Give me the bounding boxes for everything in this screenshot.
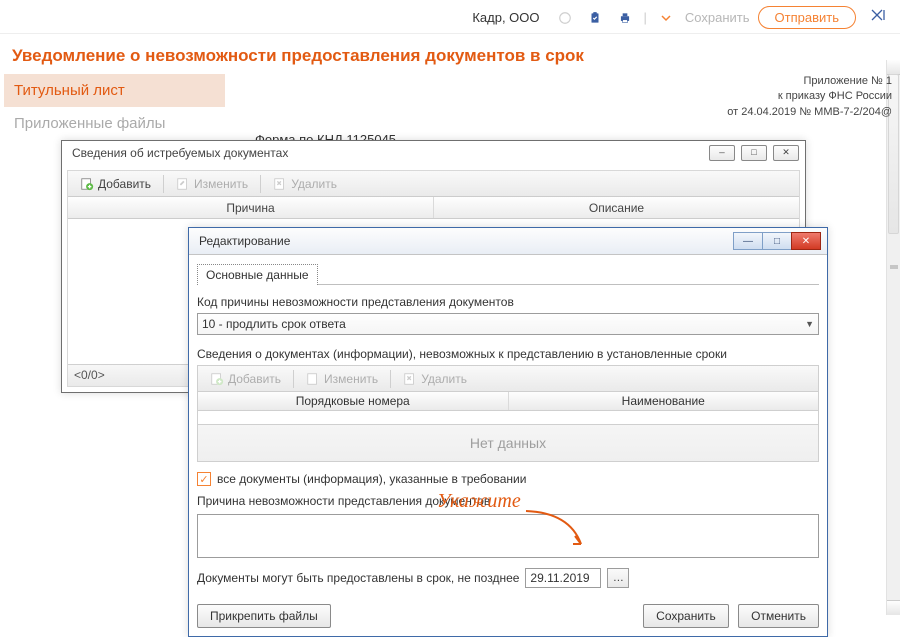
attach-files-button[interactable]: Прикрепить файлы	[197, 604, 331, 628]
edit-edit-button: Изменить	[300, 371, 384, 387]
delete-button: Удалить	[267, 176, 343, 192]
maximize-button[interactable]: □	[741, 145, 767, 161]
docs-table-header: Причина Описание	[68, 197, 799, 219]
reason-textarea[interactable]	[197, 514, 819, 558]
edit-docs-toolbar: Добавить Изменить Удалить	[197, 365, 819, 391]
company-name: Кадр, ООО	[472, 10, 539, 25]
deadline-label: Документы могут быть предоставлены в сро…	[197, 571, 519, 585]
print-icon[interactable]	[614, 7, 636, 29]
save-button-disabled: Сохранить	[685, 10, 750, 25]
delete-label: Удалить	[291, 177, 337, 191]
annex-line3: от 24.04.2019 № ММВ-7-2/204@	[255, 105, 892, 120]
side-tabs: Титульный лист Приложенные файлы	[0, 74, 225, 147]
col-description: Описание	[434, 197, 799, 218]
edit-close-button[interactable]: ✕	[791, 232, 821, 250]
chevron-down-icon: ▼	[805, 319, 814, 329]
edit-tab-main[interactable]: Основные данные	[197, 264, 318, 285]
edit-delete-button: Удалить	[397, 371, 473, 387]
window-edit-title: Редактирование	[199, 234, 290, 248]
annex-line2: к приказу ФНС России	[255, 89, 892, 104]
code-value: 10 - продлить срок ответа	[202, 317, 346, 331]
edit-add-button: Добавить	[204, 371, 287, 387]
close-icon[interactable]	[870, 8, 888, 27]
code-select[interactable]: 10 - продлить срок ответа ▼	[197, 313, 819, 335]
reason-label: Причина невозможности представления доку…	[197, 492, 819, 512]
clipboard-icon[interactable]	[584, 7, 606, 29]
send-button[interactable]: Отправить	[758, 6, 856, 29]
no-data-label: Нет данных	[197, 425, 819, 462]
edit-docs-header: Порядковые номера Наименование	[197, 391, 819, 411]
all-docs-label: все документы (информация), указанные в …	[217, 472, 526, 486]
edit-edit-label: Изменить	[324, 372, 378, 386]
cancel-button[interactable]: Отменить	[738, 604, 819, 628]
col-name: Наименование	[509, 392, 819, 410]
edit-label: Изменить	[194, 177, 248, 191]
all-docs-checkbox[interactable]: ✓	[197, 472, 211, 486]
minimize-button[interactable]: —	[709, 145, 735, 161]
date-picker-button[interactable]: …	[607, 568, 629, 588]
docs-toolbar: Добавить Изменить Удалить	[68, 171, 799, 197]
tab-title-page[interactable]: Титульный лист	[4, 74, 225, 107]
annex-line1: Приложение № 1	[255, 74, 892, 89]
edit-button: Изменить	[170, 176, 254, 192]
window-edit: Редактирование — □ ✕ Основные данные Код…	[188, 227, 828, 637]
tab-attachments[interactable]: Приложенные файлы	[4, 107, 225, 140]
add-button[interactable]: Добавить	[74, 176, 157, 192]
window-documents-title: Сведения об истребуемых документах	[72, 146, 288, 160]
page-title: Уведомление о невозможности предоставлен…	[0, 34, 900, 74]
close-button[interactable]: ✕	[773, 145, 799, 161]
edit-delete-label: Удалить	[421, 372, 467, 386]
docs-section-label: Сведения о документах (информации), нево…	[197, 347, 819, 361]
chat-icon[interactable]	[554, 7, 576, 29]
edit-tabstrip: Основные данные	[197, 263, 819, 285]
edit-minimize-button[interactable]: —	[733, 232, 763, 250]
add-label: Добавить	[98, 177, 151, 191]
edit-add-label: Добавить	[228, 372, 281, 386]
topbar: Кадр, ООО | Сохранить Отправить	[0, 0, 900, 34]
edit-maximize-button[interactable]: □	[762, 232, 792, 250]
annex-block: Приложение № 1 к приказу ФНС России от 2…	[255, 74, 892, 120]
col-reason: Причина	[68, 197, 434, 218]
code-label: Код причины невозможности представления …	[197, 293, 819, 313]
chevron-down-icon[interactable]	[655, 7, 677, 29]
deadline-value: 29.11.2019	[530, 571, 589, 585]
col-numbers: Порядковые номера	[198, 392, 509, 410]
deadline-input[interactable]: 29.11.2019	[525, 568, 601, 588]
save-button[interactable]: Сохранить	[643, 604, 729, 628]
edit-docs-body[interactable]	[197, 411, 819, 425]
